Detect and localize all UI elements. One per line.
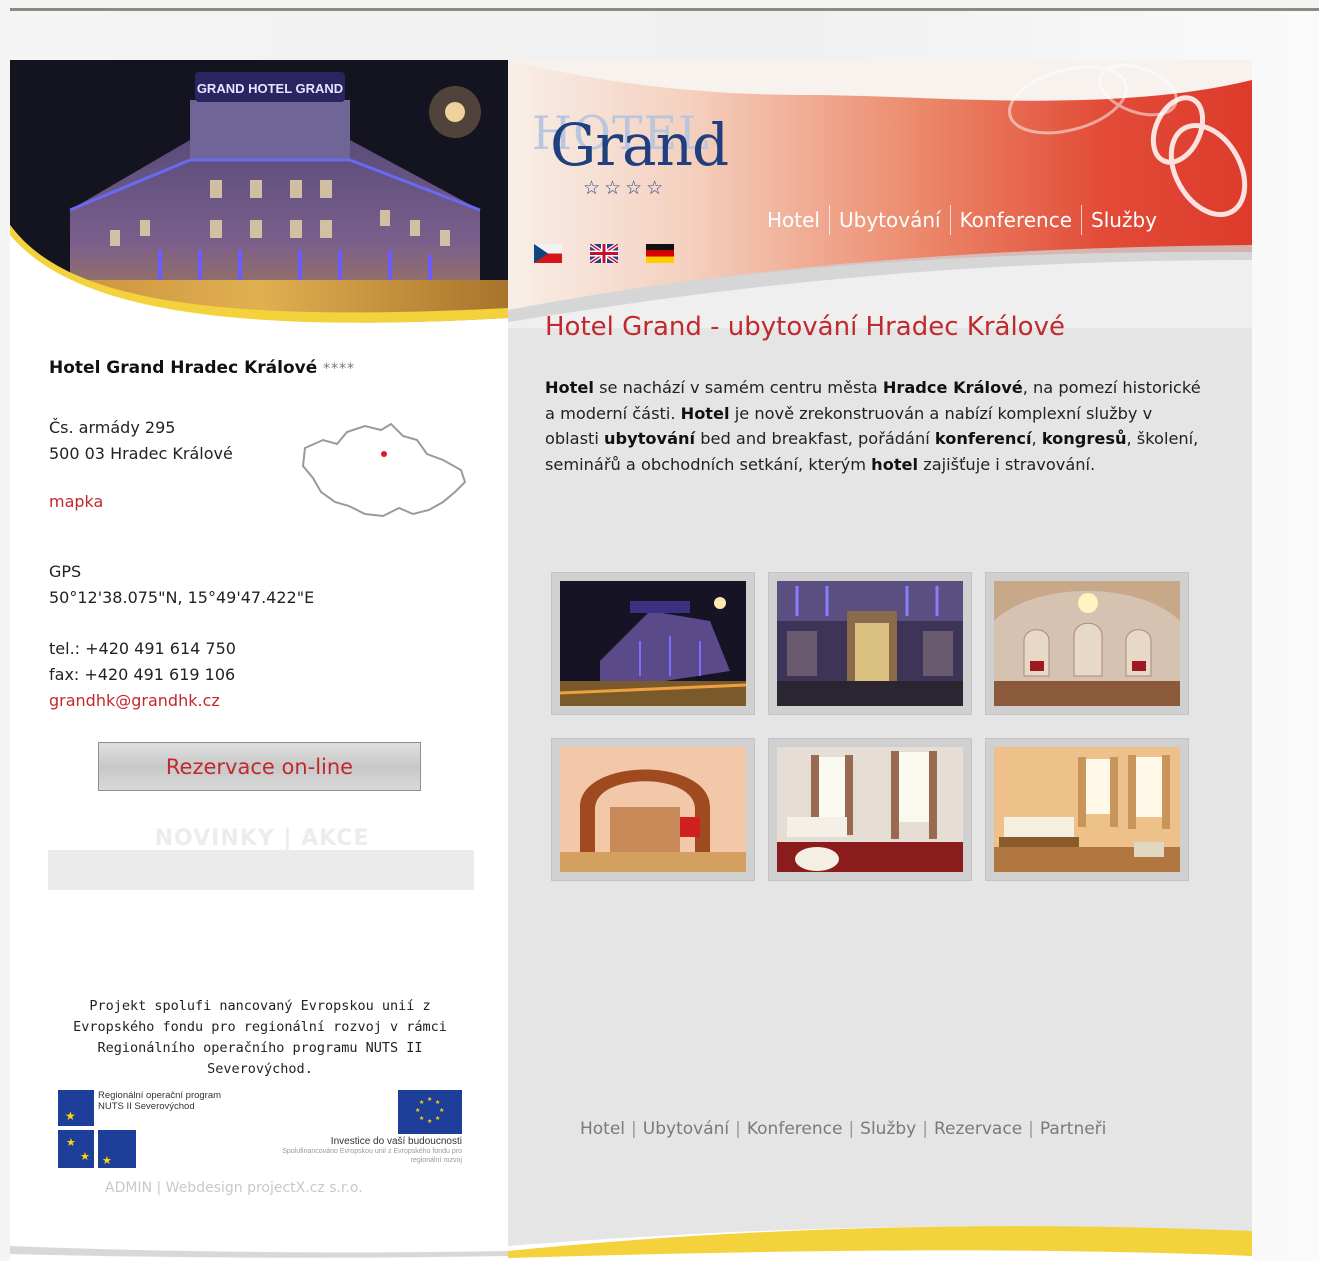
intro-bold-term: hotel xyxy=(871,454,919,474)
address-street: Čs. armády 295 xyxy=(49,418,176,437)
footer-link-rezervace[interactable]: Rezervace xyxy=(934,1119,1022,1139)
header-hotel-photo: GRAND HOTEL GRAND xyxy=(10,60,508,328)
phone-number: tel.: +420 491 614 750 xyxy=(49,639,236,658)
czech-map-icon xyxy=(295,418,470,528)
photo-lobby-arch xyxy=(560,747,746,872)
rop-logo-text: Regionální operační program NUTS II Seve… xyxy=(98,1090,222,1112)
admin-link[interactable]: ADMIN xyxy=(105,1180,152,1196)
intro-bold-term: Hotel xyxy=(545,378,594,397)
footer-link-sluzby[interactable]: Služby xyxy=(860,1119,916,1139)
footer-separator: | xyxy=(848,1119,855,1139)
nav-konference[interactable]: Konference xyxy=(951,208,1081,232)
sidebar-footer: ADMIN | Webdesign projectX.cz s.r.o. xyxy=(105,1180,363,1196)
photo-hotel-night xyxy=(560,581,746,706)
intro-text-run: zajišťuje i stravování. xyxy=(918,454,1096,474)
gallery-thumb-3[interactable] xyxy=(985,572,1189,715)
hotel-name-text: Hotel Grand Hradec Králové xyxy=(49,358,318,378)
footer-separator: | xyxy=(156,1180,162,1196)
gps-coordinates: 50°12'38.075"N, 15°49'47.422"E xyxy=(49,588,315,607)
footer-separator: | xyxy=(631,1119,637,1139)
nav-ubytovani[interactable]: Ubytování xyxy=(830,208,950,232)
news-box xyxy=(48,850,474,890)
intro-bold-term: Hradce Králové xyxy=(882,378,1023,397)
flag-uk-icon[interactable] xyxy=(588,242,620,265)
intro-text-run: , xyxy=(1031,429,1042,449)
address-city: 500 03 Hradec Králové xyxy=(49,444,233,463)
logo-stars: ☆☆☆☆ xyxy=(583,177,668,199)
intro-bold-term: kongresů xyxy=(1041,429,1127,449)
main-navigation: Hotel Ubytování Konference Služby xyxy=(758,205,1166,235)
intro-bold-term: ubytování xyxy=(604,429,696,449)
flag-cz-icon[interactable] xyxy=(534,244,562,263)
logo-grand-text: Grand xyxy=(550,111,729,179)
map-link[interactable]: mapka xyxy=(49,492,103,511)
footer-separator: | xyxy=(922,1119,928,1139)
header-banner: HOTEL Grand ☆☆☆☆ Hotel Ubytování Konfere… xyxy=(508,60,1252,328)
svg-text:★: ★ xyxy=(102,1154,112,1167)
svg-text:★: ★ xyxy=(427,1096,432,1103)
contact-block: tel.: +420 491 614 750 fax: +420 491 619… xyxy=(49,636,236,714)
gps-label: GPS xyxy=(49,562,82,581)
footer-link-partneri[interactable]: Partneři xyxy=(1040,1119,1107,1139)
gallery-thumb-2[interactable] xyxy=(768,572,972,715)
eu-logo-title: Investice do vaší budoucnosti xyxy=(330,1136,462,1147)
nav-sluzby[interactable]: Služby xyxy=(1082,208,1166,232)
address-block: Čs. armády 295 500 03 Hradec Králové xyxy=(49,415,233,467)
svg-text:★: ★ xyxy=(80,1150,90,1163)
svg-text:★: ★ xyxy=(419,1099,424,1106)
eu-funding-text: Projekt spolufi nancovaný Evropskou unií… xyxy=(73,998,447,1077)
gallery-thumb-6[interactable] xyxy=(985,738,1189,881)
fax-number: fax: +420 491 619 106 xyxy=(49,665,236,684)
hotel-stars: **** xyxy=(323,361,356,377)
footer-separator: | xyxy=(735,1119,741,1139)
svg-text:★: ★ xyxy=(435,1099,440,1106)
news-title: NOVINKY | AKCE xyxy=(154,826,370,851)
eu-flag-logo: ★ ★ ★ ★ ★ ★ ★ ★ Investice do vaší budoucnosti… xyxy=(280,1090,462,1176)
intro-paragraph: Hotel se nachází v samém centru města Hr… xyxy=(545,375,1210,477)
footer-link-konference[interactable]: Konference xyxy=(747,1119,843,1139)
svg-text:★: ★ xyxy=(435,1115,440,1122)
gps-block: GPS 50°12'38.075"N, 15°49'47.422"E xyxy=(49,559,314,611)
hotel-name-heading: Hotel Grand Hradec Králové **** xyxy=(49,358,355,378)
intro-text-run: se nachází v samém centru města xyxy=(593,378,883,397)
email-link[interactable]: grandhk@grandhk.cz xyxy=(49,688,236,714)
hotel-sign-text: GRAND HOTEL GRAND xyxy=(197,81,343,96)
eu-logo-subtitle: Spolufinancováno Evropskou unií z Evrops… xyxy=(282,1148,462,1164)
hotel-building-illustration: GRAND HOTEL GRAND xyxy=(10,60,508,328)
svg-text:★: ★ xyxy=(419,1115,424,1122)
svg-text:★: ★ xyxy=(415,1107,420,1114)
photo-room-orange xyxy=(994,747,1180,872)
svg-text:★: ★ xyxy=(427,1118,432,1125)
photo-hotel-entrance xyxy=(777,581,963,706)
rop-nuts-logo: ★ ★ ★ ★ Regionální operační program NUTS… xyxy=(58,1090,228,1174)
gallery-thumb-5[interactable] xyxy=(768,738,972,881)
online-reservation-button[interactable]: Rezervace on-line xyxy=(98,742,421,791)
nav-hotel[interactable]: Hotel xyxy=(758,208,829,232)
intro-bold-term: Hotel xyxy=(680,403,730,423)
footer-link-ubytovani[interactable]: Ubytování xyxy=(643,1119,729,1139)
webdesign-link[interactable]: Webdesign projectX.cz s.r.o. xyxy=(166,1180,363,1196)
gallery-thumb-1[interactable] xyxy=(551,572,755,715)
gallery-thumb-4[interactable] xyxy=(551,738,755,881)
intro-bold-term: konferencí xyxy=(934,429,1032,449)
footer-separator: | xyxy=(1028,1119,1034,1139)
svg-text:★: ★ xyxy=(439,1107,444,1114)
bottom-swoosh xyxy=(10,1196,1252,1261)
photo-conference-hall xyxy=(994,581,1180,706)
footer-navigation: Hotel | Ubytování | Konference | Služby | Rezerv… xyxy=(580,1119,1106,1139)
page-title: Hotel Grand - ubytování Hradec Králové xyxy=(545,312,1065,342)
svg-text:★: ★ xyxy=(65,1109,76,1123)
intro-text-run: bed and breakfast, pořádání xyxy=(695,429,935,449)
svg-text:★: ★ xyxy=(66,1136,76,1149)
photo-room-red xyxy=(777,747,963,872)
flag-de-icon[interactable] xyxy=(646,244,674,263)
footer-link-hotel[interactable]: Hotel xyxy=(580,1119,625,1139)
